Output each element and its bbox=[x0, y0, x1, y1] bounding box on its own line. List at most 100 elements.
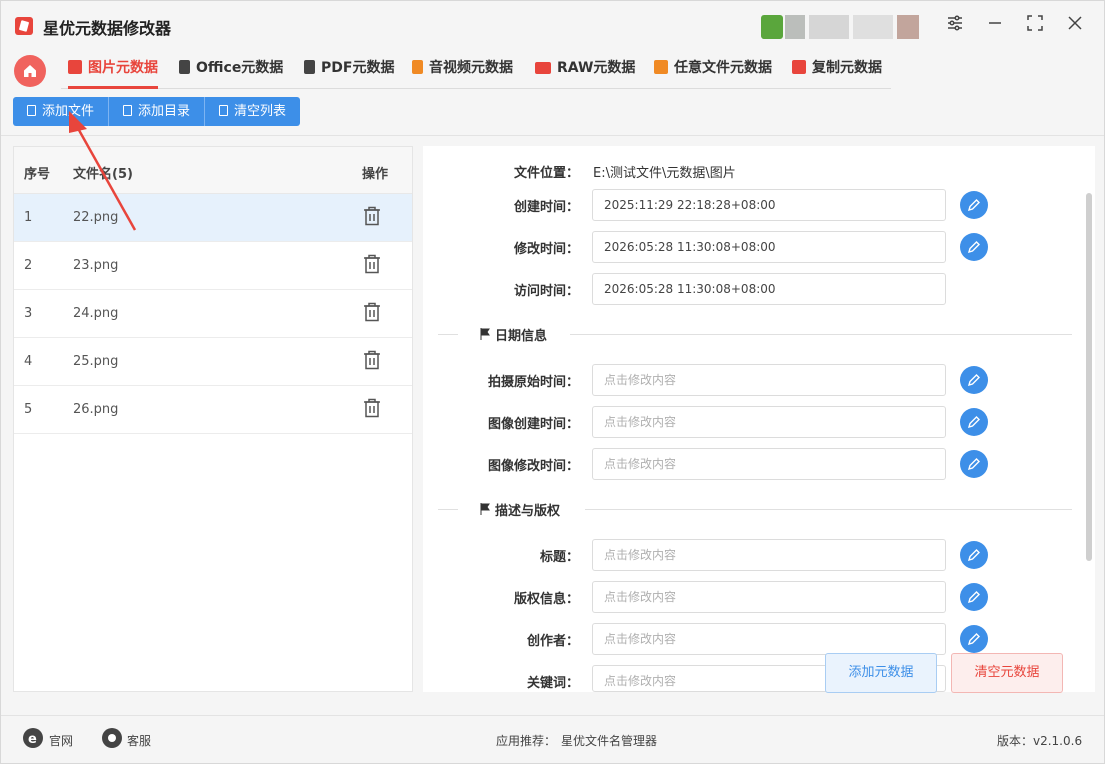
document-icon bbox=[27, 105, 36, 116]
home-button[interactable] bbox=[14, 55, 46, 87]
pencil-icon bbox=[967, 549, 980, 562]
table-row[interactable]: 3 24.png bbox=[14, 290, 412, 338]
edit-image-created-button[interactable] bbox=[960, 408, 988, 436]
edit-shot-time-button[interactable] bbox=[960, 366, 988, 394]
raw-icon bbox=[535, 62, 551, 74]
pencil-icon bbox=[967, 199, 980, 212]
vertical-scrollbar[interactable] bbox=[1086, 193, 1092, 561]
delete-icon[interactable] bbox=[363, 206, 381, 226]
file-location-value: E:\测试文件\元数据\图片 bbox=[593, 166, 736, 181]
clear-metadata-button[interactable]: 清空元数据 bbox=[951, 653, 1063, 693]
user-avatar[interactable] bbox=[761, 15, 921, 39]
row-index: 4 bbox=[24, 354, 33, 369]
minimize-icon[interactable] bbox=[981, 13, 1009, 41]
shot-time-field[interactable]: 点击修改内容 bbox=[592, 364, 946, 396]
row-filename: 25.png bbox=[73, 354, 119, 369]
delete-icon[interactable] bbox=[363, 254, 381, 274]
clear-list-button[interactable]: 清空列表 bbox=[205, 97, 301, 126]
office-icon bbox=[179, 60, 190, 74]
table-row[interactable]: 4 25.png bbox=[14, 338, 412, 386]
add-directory-label: 添加目录 bbox=[138, 104, 191, 119]
version-text: 版本：v2.1.0.6 bbox=[997, 734, 1083, 748]
support-icon[interactable] bbox=[102, 728, 122, 748]
tab-image-metadata[interactable]: 图片元数据 bbox=[68, 53, 158, 89]
media-icon bbox=[412, 60, 423, 74]
recommend-app-link[interactable]: 星优文件名管理器 bbox=[561, 732, 657, 749]
pencil-icon bbox=[967, 591, 980, 604]
delete-icon[interactable] bbox=[363, 398, 381, 418]
tab-label: 音视频元数据 bbox=[429, 60, 513, 76]
settings-icon[interactable] bbox=[941, 13, 969, 41]
edit-image-modified-button[interactable] bbox=[960, 450, 988, 478]
edit-copyright-button[interactable] bbox=[960, 583, 988, 611]
tab-pdf-metadata[interactable]: PDF元数据 bbox=[304, 53, 394, 87]
section-line bbox=[438, 334, 458, 335]
section-line bbox=[570, 334, 1072, 335]
tab-label: RAW元数据 bbox=[557, 60, 636, 76]
image-modified-field[interactable]: 点击修改内容 bbox=[592, 448, 946, 480]
image-created-label: 图像创建时间： bbox=[487, 417, 579, 432]
copy-icon bbox=[792, 60, 806, 74]
support-link[interactable]: 客服 bbox=[127, 732, 151, 749]
section-title: 日期信息 bbox=[495, 329, 548, 344]
row-index: 5 bbox=[24, 402, 33, 417]
image-created-field[interactable]: 点击修改内容 bbox=[592, 406, 946, 438]
row-index: 2 bbox=[24, 258, 33, 273]
delete-icon[interactable] bbox=[363, 350, 381, 370]
pdf-icon bbox=[304, 60, 315, 74]
clear-list-label: 清空列表 bbox=[234, 104, 287, 119]
table-row[interactable]: 2 23.png bbox=[14, 242, 412, 290]
modified-time-field[interactable]: 2026:05:28 11:30:08+08:00 bbox=[592, 231, 946, 263]
date-info-section: 日期信息 bbox=[438, 325, 1072, 345]
tab-any-file-metadata[interactable]: 任意文件元数据 bbox=[654, 53, 772, 87]
website-icon[interactable]: e bbox=[23, 728, 43, 748]
app-logo-icon bbox=[15, 17, 33, 35]
toolbar-divider bbox=[1, 135, 1104, 136]
tab-raw-metadata[interactable]: RAW元数据 bbox=[535, 53, 635, 87]
table-row[interactable]: 5 26.png bbox=[14, 386, 412, 434]
accessed-time-field[interactable]: 2026:05:28 11:30:08+08:00 bbox=[592, 273, 946, 305]
home-icon bbox=[24, 65, 36, 77]
close-icon[interactable] bbox=[1061, 13, 1089, 41]
svg-text:e: e bbox=[28, 732, 37, 747]
row-filename: 26.png bbox=[73, 402, 119, 417]
add-metadata-button[interactable]: 添加元数据 bbox=[825, 653, 937, 693]
description-copyright-section: 描述与版权 bbox=[438, 500, 1072, 520]
pencil-icon bbox=[967, 416, 980, 429]
title-label: 标题： bbox=[539, 550, 579, 565]
header-index: 序号 bbox=[24, 167, 51, 182]
annotation-arrow bbox=[69, 111, 137, 231]
edit-title-button[interactable] bbox=[960, 541, 988, 569]
edit-modified-time-button[interactable] bbox=[960, 233, 988, 261]
pencil-icon bbox=[967, 241, 980, 254]
shot-time-label: 拍摄原始时间： bbox=[487, 375, 579, 390]
tab-copy-metadata[interactable]: 复制元数据 bbox=[792, 53, 882, 87]
delete-icon[interactable] bbox=[363, 302, 381, 322]
any-file-icon bbox=[654, 60, 668, 74]
maximize-icon[interactable] bbox=[1021, 13, 1049, 41]
tab-office-metadata[interactable]: Office元数据 bbox=[179, 53, 283, 87]
tab-label: 任意文件元数据 bbox=[674, 60, 772, 76]
tab-label: PDF元数据 bbox=[321, 60, 395, 76]
edit-creator-button[interactable] bbox=[960, 625, 988, 653]
row-index: 3 bbox=[24, 306, 33, 321]
image-modified-label: 图像修改时间： bbox=[487, 459, 579, 474]
creator-field[interactable]: 点击修改内容 bbox=[592, 623, 946, 655]
tab-media-metadata[interactable]: 音视频元数据 bbox=[412, 53, 513, 87]
pencil-icon bbox=[967, 633, 980, 646]
created-time-label: 创建时间： bbox=[513, 200, 579, 215]
edit-created-time-button[interactable] bbox=[960, 191, 988, 219]
status-bar: e 官网 客服 应用推荐： 星优文件名管理器 版本：v2.1.0.6 bbox=[1, 715, 1104, 763]
app-window: 星优元数据修改器 图片元数据 Office元数据 PDF元数据 音视频元数据 R… bbox=[0, 0, 1105, 764]
title-field[interactable]: 点击修改内容 bbox=[592, 539, 946, 571]
accessed-time-label: 访问时间： bbox=[513, 284, 579, 299]
row-filename: 24.png bbox=[73, 306, 119, 321]
copyright-field[interactable]: 点击修改内容 bbox=[592, 581, 946, 613]
row-filename: 23.png bbox=[73, 258, 119, 273]
created-time-field[interactable]: 2025:11:29 22:18:28+08:00 bbox=[592, 189, 946, 221]
section-line bbox=[438, 509, 458, 510]
image-icon bbox=[68, 60, 82, 74]
tab-label: Office元数据 bbox=[196, 60, 284, 76]
website-link[interactable]: 官网 bbox=[49, 732, 73, 749]
tab-label: 复制元数据 bbox=[812, 60, 882, 76]
